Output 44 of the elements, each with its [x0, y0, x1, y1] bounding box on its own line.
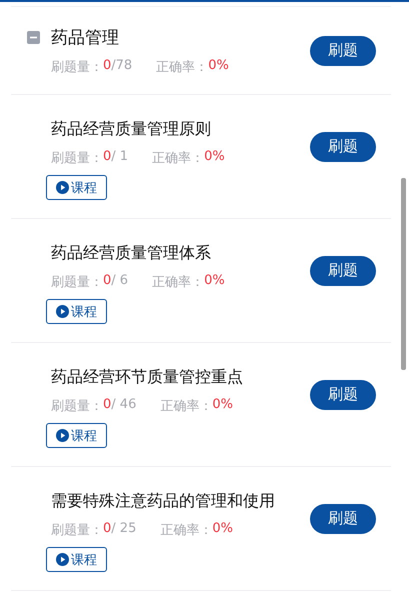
play-icon [56, 429, 69, 442]
course-button[interactable]: 课程 [46, 299, 107, 324]
count-label: 刷题量： [51, 58, 103, 76]
course-button[interactable]: 课程 [46, 175, 107, 200]
total-count: /78 [111, 58, 132, 74]
rate-label: 正确率： [152, 150, 204, 167]
section-title: 药品经营环节质量管控重点 [51, 367, 243, 388]
rate-value: 0% [208, 58, 229, 74]
play-icon [56, 181, 69, 194]
play-icon [56, 305, 69, 318]
count-label: 刷题量： [51, 398, 103, 415]
done-count: 0 [103, 58, 112, 74]
section-title: 药品经营质量管理原则 [51, 119, 212, 140]
collapse-icon[interactable] [27, 30, 40, 44]
practice-button[interactable]: 刷题 [310, 256, 376, 286]
count-label: 刷题量： [51, 274, 103, 291]
rate-value: 0% [212, 521, 233, 538]
done-count: 0 [103, 273, 112, 290]
chapter-title: 药品管理 [51, 26, 119, 48]
count-label: 刷题量： [51, 522, 103, 539]
done-count: 0 [103, 397, 112, 414]
rate-value: 0% [204, 273, 225, 290]
count-label: 刷题量： [51, 150, 103, 167]
section-title: 需要特殊注意药品的管理和使用 [51, 491, 275, 512]
practice-button[interactable]: 刷题 [310, 380, 376, 410]
section-title: 药品经营质量管理体系 [51, 243, 212, 264]
done-count: 0 [103, 149, 112, 166]
play-icon [56, 553, 69, 566]
rate-label: 正确率： [160, 398, 212, 415]
total-count: / 6 [111, 273, 128, 290]
course-button[interactable]: 课程 [46, 423, 107, 448]
practice-button[interactable]: 刷题 [310, 504, 376, 534]
rate-value: 0% [204, 149, 225, 166]
rate-label: 正确率： [152, 274, 204, 291]
rate-label: 正确率： [160, 522, 212, 539]
done-count: 0 [103, 521, 112, 538]
practice-button[interactable]: 刷题 [310, 36, 376, 66]
total-count: / 25 [111, 521, 136, 538]
total-count: / 1 [111, 149, 128, 166]
course-button[interactable]: 课程 [46, 547, 107, 572]
total-count: / 46 [111, 397, 136, 414]
practice-button[interactable]: 刷题 [310, 132, 376, 162]
rate-label: 正确率： [156, 58, 208, 76]
rate-value: 0% [212, 397, 233, 414]
